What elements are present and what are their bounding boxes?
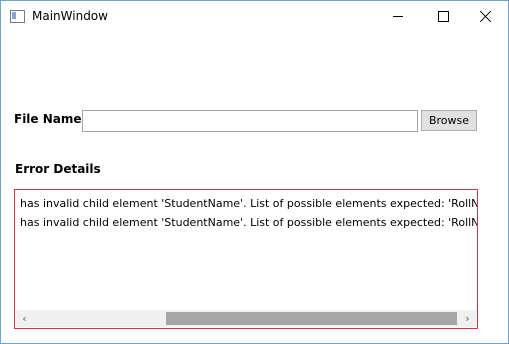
file-name-label: File Name : <box>14 112 91 126</box>
scroll-thumb[interactable] <box>166 312 457 325</box>
maximize-button[interactable] <box>421 1 465 31</box>
scroll-left-icon[interactable]: ‹ <box>16 310 33 327</box>
file-name-input[interactable] <box>82 110 418 132</box>
title-bar[interactable]: MainWindow <box>1 1 508 31</box>
app-icon <box>10 10 25 23</box>
close-icon <box>480 10 492 22</box>
minimize-icon <box>393 15 403 17</box>
close-button[interactable] <box>464 1 508 31</box>
error-details-box[interactable]: has invalid child element 'StudentName'.… <box>14 189 478 329</box>
error-line: has invalid child element 'StudentName'.… <box>20 216 478 229</box>
error-details-heading: Error Details <box>15 162 101 176</box>
horizontal-scrollbar[interactable]: ‹ › <box>16 310 476 327</box>
error-line: has invalid child element 'StudentName'.… <box>20 197 478 210</box>
window-title: MainWindow <box>32 9 108 23</box>
minimize-button[interactable] <box>376 1 420 31</box>
browse-button[interactable]: Browse <box>421 110 477 131</box>
maximize-icon <box>437 10 449 22</box>
main-window: MainWindow File Name : Browse Error Deta… <box>0 0 509 344</box>
scroll-right-icon[interactable]: › <box>459 310 476 327</box>
